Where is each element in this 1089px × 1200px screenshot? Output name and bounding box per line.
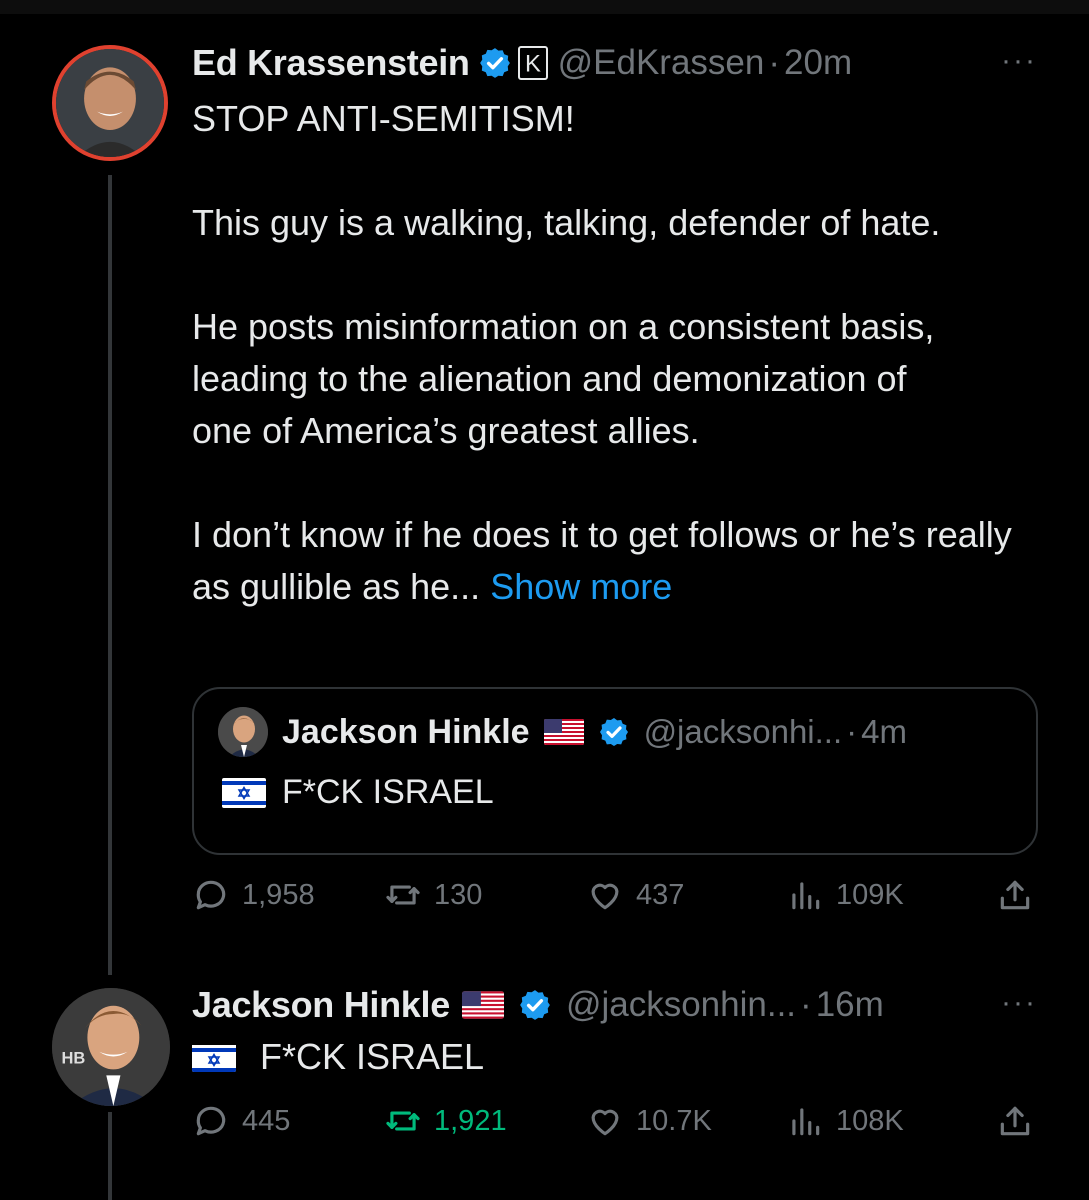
repost-count: 1,921 — [434, 1104, 507, 1137]
reply-button[interactable]: 1,958 — [192, 876, 315, 914]
repost-icon — [386, 885, 420, 905]
views-chart-icon — [792, 1108, 820, 1136]
separator-dot: · — [768, 43, 781, 82]
author-name[interactable]: Jackson Hinkle — [192, 984, 450, 1026]
share-icon — [1000, 1106, 1030, 1136]
reply-button[interactable]: 445 — [192, 1102, 290, 1140]
thread-connector-line — [108, 175, 112, 975]
avatar-photo-icon — [218, 707, 268, 757]
us-flag-icon — [461, 991, 504, 1019]
post-paragraph: This guy is a walking, talking, defender… — [192, 202, 941, 243]
repost-button[interactable]: 1,921 — [384, 1102, 507, 1140]
quoted-author-name[interactable]: Jackson Hinkle — [282, 713, 530, 752]
post-body: F*CK ISRAEL — [260, 1036, 485, 1077]
quoted-post-header: Jackson Hinkle @jacksonhi... · 4m — [282, 707, 907, 757]
quoted-post-timestamp[interactable]: 4m — [861, 713, 907, 751]
avatar-photo-icon: HB — [52, 988, 170, 1106]
post-paragraph: He posts misinformation on a consistent … — [192, 306, 935, 451]
affiliate-badge-icon[interactable]: K — [517, 46, 548, 80]
views-button[interactable]: 108K — [786, 1102, 904, 1140]
top-bar — [0, 0, 1089, 14]
heart-icon — [591, 883, 619, 910]
view-count: 109K — [836, 878, 904, 911]
views-chart-icon — [792, 882, 820, 910]
post-header: Ed Krassenstein K @EdKrassen · 20m — [192, 40, 852, 86]
author-handle[interactable]: @jacksonhin... — [566, 985, 796, 1025]
quoted-avatar[interactable] — [218, 707, 268, 757]
reply-icon — [196, 1106, 226, 1136]
reply-count: 445 — [242, 1104, 291, 1137]
svg-text:K: K — [525, 51, 541, 76]
svg-text:HB: HB — [61, 1050, 85, 1068]
repost-count: 130 — [434, 878, 483, 911]
post-timestamp[interactable]: 16m — [816, 985, 884, 1025]
post-paragraph: STOP ANTI-SEMITISM! — [192, 98, 575, 139]
like-button[interactable]: 10.7K — [586, 1102, 712, 1140]
like-button[interactable]: 437 — [586, 876, 684, 914]
more-options-icon[interactable]: ··· — [1001, 44, 1037, 78]
reply-count: 1,958 — [242, 878, 315, 911]
thread-connector-line — [108, 1112, 112, 1200]
repost-icon — [386, 1111, 420, 1131]
avatar-photo-icon — [56, 49, 164, 157]
separator-dot: · — [800, 985, 812, 1024]
reply-icon — [196, 880, 226, 910]
verified-badge-icon[interactable] — [478, 46, 512, 80]
show-more-link[interactable]: Show more — [490, 566, 672, 607]
verified-badge-icon[interactable] — [598, 716, 630, 748]
post-action-bar: 1,958 130 437 109K — [192, 876, 1038, 926]
author-handle[interactable]: @EdKrassen — [558, 43, 765, 83]
like-count: 437 — [636, 878, 685, 911]
repost-button[interactable]: 130 — [384, 876, 482, 914]
share-icon — [1000, 880, 1030, 910]
quoted-post-body: F*CK ISRAEL — [282, 773, 494, 811]
post-action-bar: 445 1,921 10.7K 108K — [192, 1102, 1038, 1152]
avatar[interactable] — [52, 45, 168, 161]
post-timestamp[interactable]: 20m — [784, 43, 852, 83]
heart-icon — [591, 1109, 619, 1136]
quoted-post-text: F*CK ISRAEL — [222, 773, 494, 812]
views-button[interactable]: 109K — [786, 876, 904, 914]
share-button[interactable] — [996, 1102, 1046, 1140]
quoted-post[interactable]: Jackson Hinkle @jacksonhi... · 4m F*CK I… — [192, 687, 1038, 855]
israel-flag-icon — [222, 777, 266, 808]
more-options-icon[interactable]: ··· — [1001, 986, 1037, 1020]
post-text: F*CK ISRAEL — [192, 1036, 484, 1078]
author-name[interactable]: Ed Krassenstein — [192, 42, 470, 84]
share-button[interactable] — [996, 876, 1046, 914]
verified-badge-icon[interactable] — [518, 988, 552, 1022]
avatar[interactable]: HB — [52, 988, 170, 1106]
view-count: 108K — [836, 1104, 904, 1137]
like-count: 10.7K — [636, 1104, 712, 1137]
separator-dot: · — [846, 713, 858, 750]
quoted-author-handle[interactable]: @jacksonhi... — [644, 713, 843, 751]
us-flag-icon — [543, 719, 584, 745]
post-header: Jackson Hinkle @jacksonhin... · 16m — [192, 982, 884, 1028]
post-text: STOP ANTI-SEMITISM! This guy is a walkin… — [192, 93, 1052, 613]
israel-flag-icon — [192, 1042, 236, 1072]
post-paragraph: I don’t know if he does it to get follow… — [192, 509, 1032, 613]
